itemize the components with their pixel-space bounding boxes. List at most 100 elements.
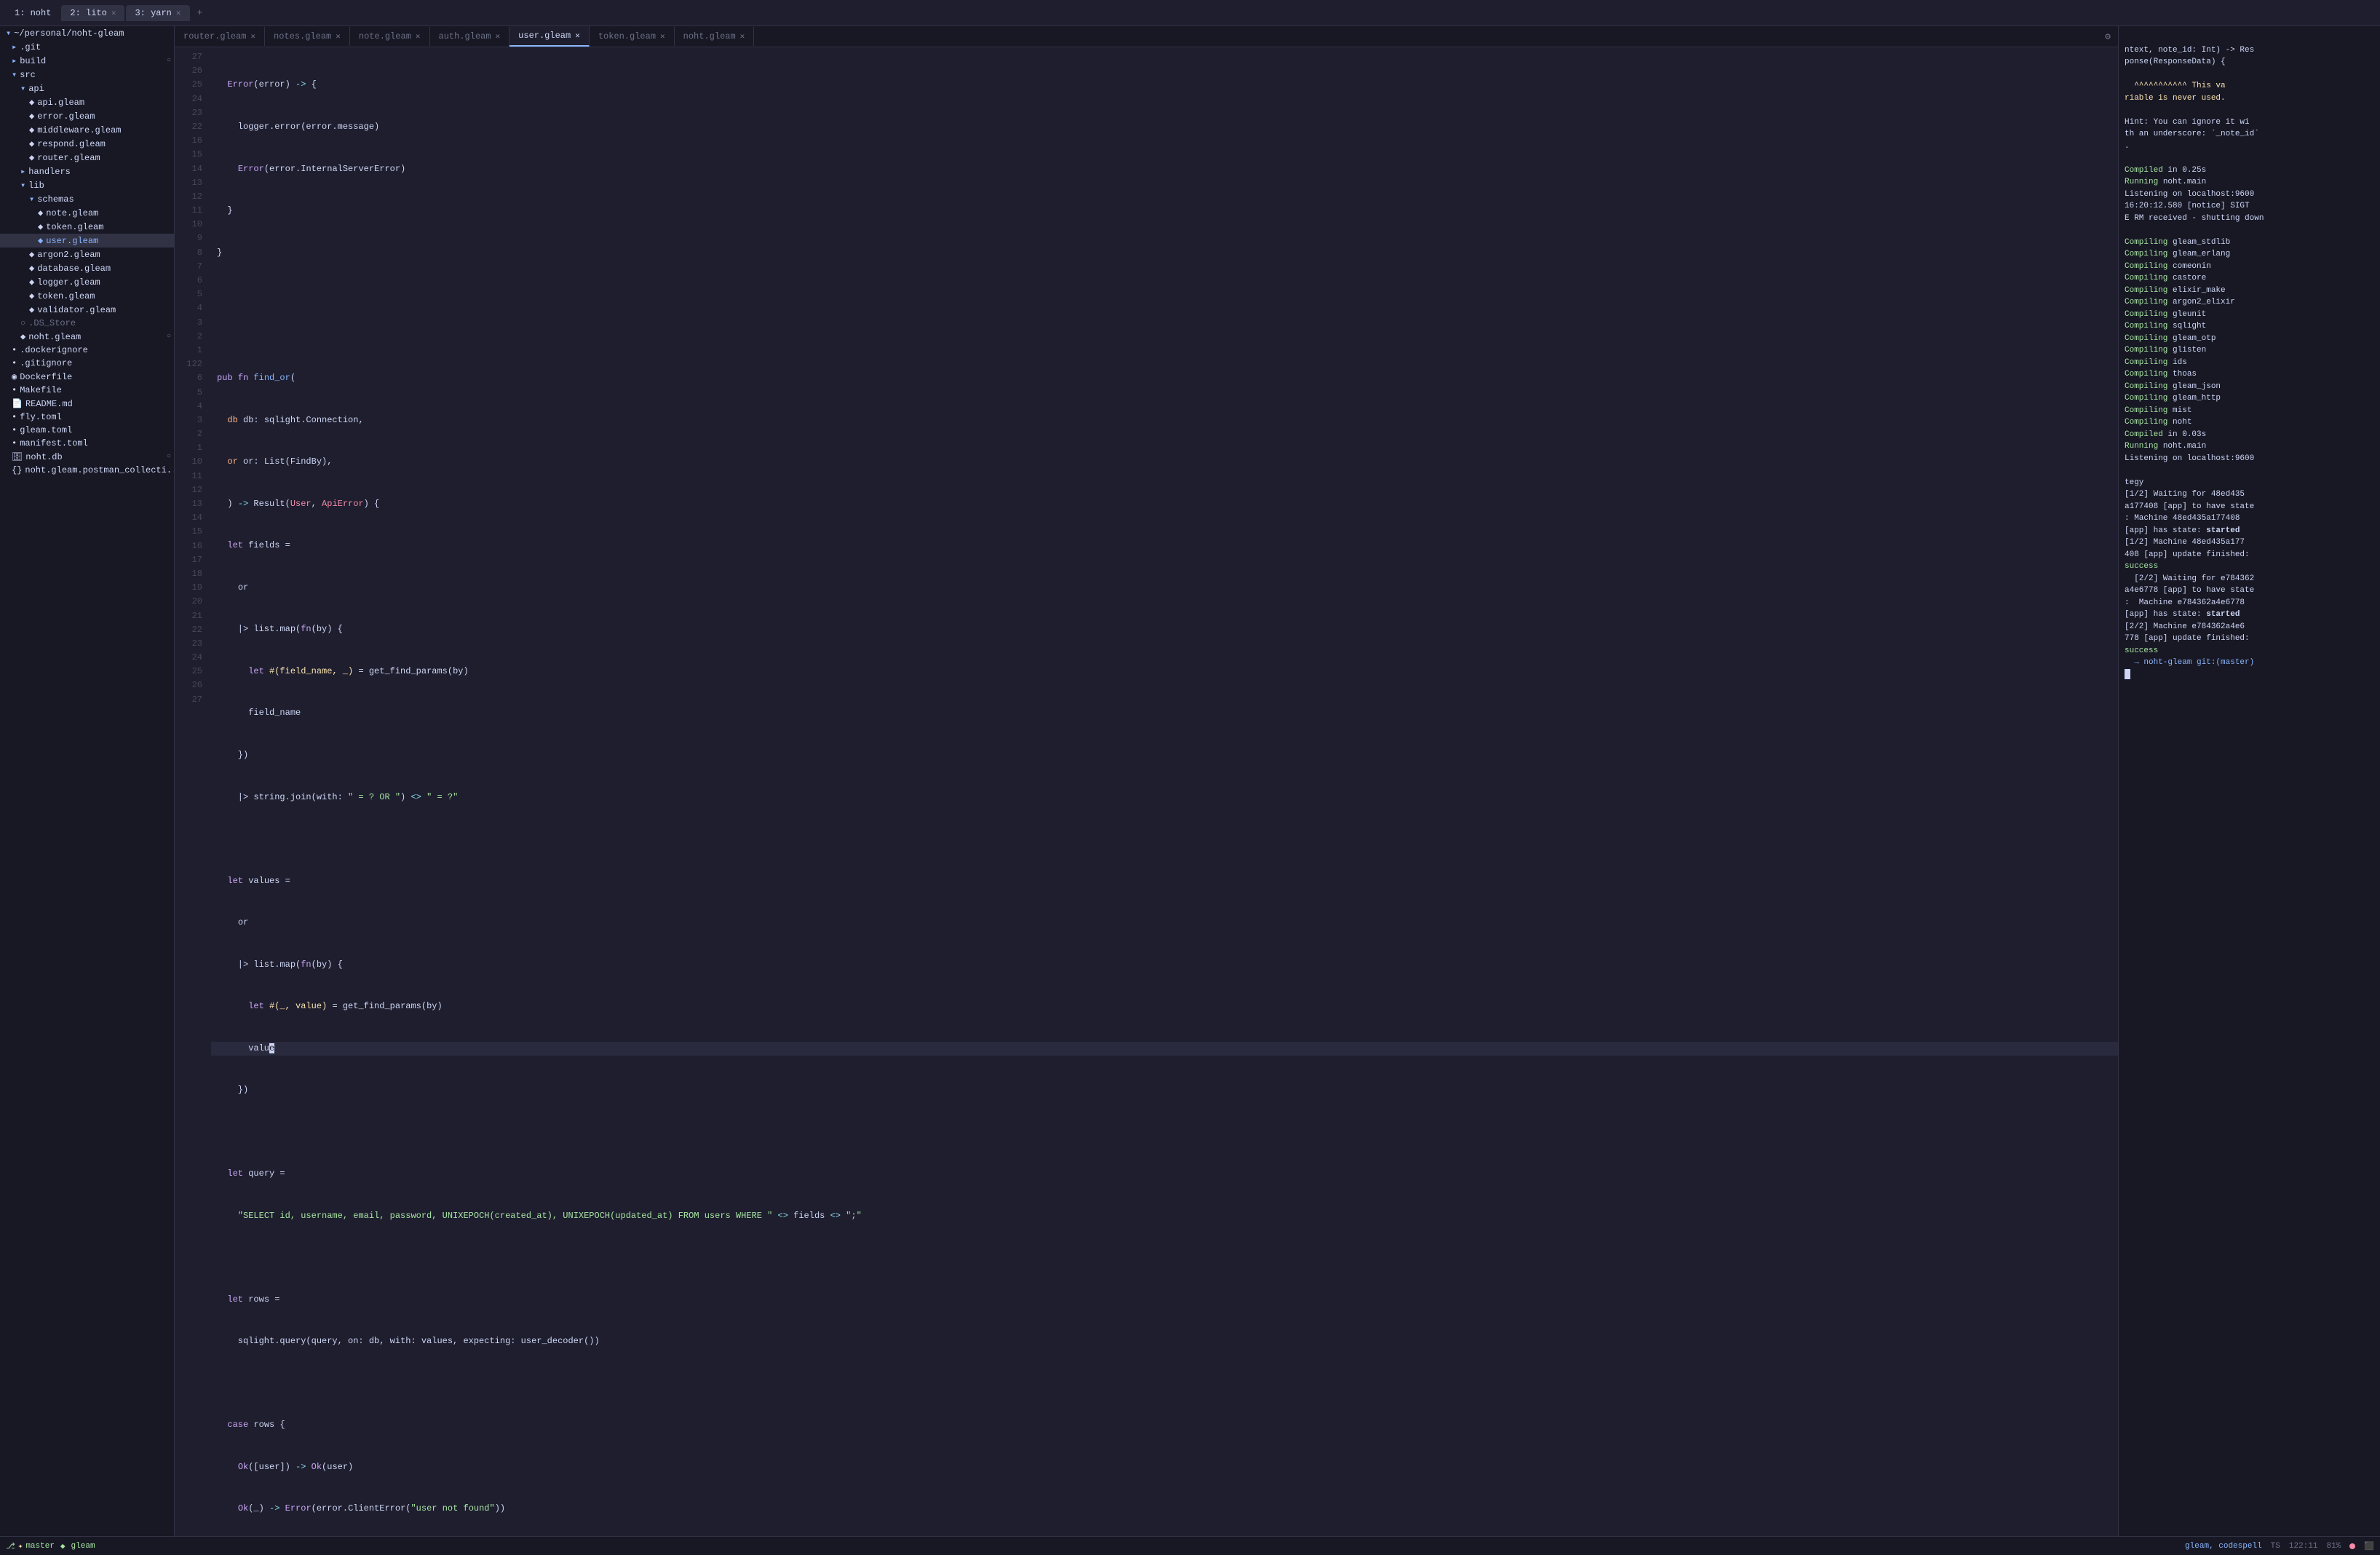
code-line: "SELECT id, username, email, password, U… (211, 1209, 2118, 1223)
tab-token-gleam-close[interactable]: ✕ (660, 31, 665, 41)
tab-auth-gleam[interactable]: auth.gleam ✕ (430, 27, 510, 46)
code-line: Error(error.InternalServerError) (211, 162, 2118, 176)
tree-item-dockerignore[interactable]: • .dockerignore (0, 344, 174, 357)
tree-item-token-gleam2[interactable]: ◆ token.gleam (0, 289, 174, 303)
tab-noht[interactable]: 1: noht (6, 5, 60, 21)
tree-item-readme[interactable]: 📄 README.md (0, 397, 174, 411)
code-line: let fields = (211, 539, 2118, 553)
code-line: } (211, 246, 2118, 260)
code-line: Ok(_) -> Error(error.ClientError("user n… (211, 1502, 2118, 1516)
tab-yarn-close[interactable]: ✕ (176, 8, 181, 18)
tree-item-database-gleam[interactable]: ◆ database.gleam (0, 261, 174, 275)
editor-tabs: router.gleam ✕ notes.gleam ✕ note.gleam … (175, 26, 2118, 47)
status-gleam-icon: ◆ (60, 1541, 66, 1551)
tab-router-gleam[interactable]: router.gleam ✕ (175, 27, 265, 46)
tree-item-token-gleam[interactable]: ◆ token.gleam (0, 220, 174, 234)
code-line: let query = (211, 1167, 2118, 1181)
status-zoom: 81% (2326, 1542, 2341, 1551)
add-tab-button[interactable]: + (191, 4, 209, 22)
status-ts[interactable]: TS (2271, 1542, 2280, 1551)
tab-router-gleam-label: router.gleam (183, 31, 246, 41)
tree-item-argon2-gleam[interactable]: ◆ argon2.gleam (0, 248, 174, 261)
tab-notes-gleam-label: notes.gleam (274, 31, 331, 41)
tree-item-schemas[interactable]: ▾ schemas (0, 192, 174, 206)
tab-notes-gleam-close[interactable]: ✕ (336, 31, 341, 41)
tree-item-git[interactable]: ▸ .git (0, 40, 174, 54)
branch-icon: ⎇ (6, 1541, 15, 1551)
code-line: case rows { (211, 1418, 2118, 1432)
tab-router-gleam-close[interactable]: ✕ (250, 31, 255, 41)
code-editor[interactable]: 27 26 25 24 23 22 16 15 14 13 12 11 10 9… (175, 47, 2118, 1536)
code-line: or or: List(FindBy), (211, 455, 2118, 469)
tree-item-src[interactable]: ▾ src (0, 68, 174, 82)
tab-auth-gleam-label: auth.gleam (439, 31, 491, 41)
tree-item-makefile[interactable]: • Makefile (0, 384, 174, 397)
code-line: let values = (211, 874, 2118, 888)
tab-note-gleam-label: note.gleam (359, 31, 411, 41)
tree-item-respond-gleam[interactable]: ◆ respond.gleam (0, 137, 174, 151)
tree-item-dockerfile[interactable]: ◉ Dockerfile (0, 370, 174, 384)
code-line: ) -> Result(User, ApiError) { (211, 497, 2118, 511)
tree-item-error-gleam[interactable]: ◆ error.gleam (0, 109, 174, 123)
tree-item-build[interactable]: ▸ build ○ (0, 54, 174, 68)
tree-item-logger-gleam[interactable]: ◆ logger.gleam (0, 275, 174, 289)
code-line (211, 1251, 2118, 1265)
code-line: or (211, 581, 2118, 595)
tree-item-note-gleam[interactable]: ◆ note.gleam (0, 206, 174, 220)
tab-auth-gleam-close[interactable]: ✕ (496, 31, 501, 41)
main-container: ▾ ~/personal/noht-gleam ▸ .git ▸ build ○… (0, 26, 2380, 1536)
file-tree-root[interactable]: ▾ ~/personal/noht-gleam (0, 26, 174, 40)
tab-user-gleam[interactable]: user.gleam ✕ (509, 26, 590, 47)
tab-user-gleam-label: user.gleam (518, 31, 571, 41)
code-line: }) (211, 748, 2118, 762)
tree-item-router-gleam[interactable]: ◆ router.gleam (0, 151, 174, 165)
code-line: Ok([user]) -> Ok(user) (211, 1460, 2118, 1474)
branch-label: master (25, 1542, 55, 1551)
tree-item-fly-toml[interactable]: • fly.toml (0, 411, 174, 424)
tree-item-api[interactable]: ▾ api (0, 82, 174, 95)
code-line (211, 330, 2118, 344)
line-numbers: 27 26 25 24 23 22 16 15 14 13 12 11 10 9… (175, 47, 211, 1536)
tree-item-gitignore[interactable]: • .gitignore (0, 357, 174, 370)
tab-lito-label: 2: lito (70, 8, 106, 18)
tab-lito[interactable]: 2: lito ✕ (61, 5, 124, 21)
status-bar: ⎇ ✦ master ◆ gleam gleam, codespell TS 1… (0, 1536, 2380, 1555)
tree-item-middleware-gleam[interactable]: ◆ middleware.gleam (0, 123, 174, 137)
tab-noht-gleam[interactable]: noht.gleam ✕ (675, 27, 755, 46)
tab-token-gleam[interactable]: token.gleam ✕ (590, 27, 675, 46)
tab-token-gleam-label: token.gleam (598, 31, 656, 41)
tab-noht-gleam-close[interactable]: ✕ (740, 31, 745, 41)
code-line: |> string.join(with: " = ? OR ") <> " = … (211, 791, 2118, 804)
code-line: sqlight.query(query, on: db, with: value… (211, 1334, 2118, 1348)
tab-user-gleam-close[interactable]: ✕ (575, 31, 580, 41)
tree-item-noht-gleam[interactable]: ◆ noht.gleam ○ (0, 330, 174, 344)
terminal-output: ntext, note_id: Int) -> Res ponse(Respon… (2125, 32, 2374, 693)
tree-item-api-gleam[interactable]: ◆ api.gleam (0, 95, 174, 109)
tab-yarn[interactable]: 3: yarn ✕ (126, 5, 189, 21)
code-line: Error(error) -> { (211, 78, 2118, 92)
status-terminal[interactable]: ⬛ (2364, 1541, 2374, 1551)
tree-item-postman[interactable]: {} noht.gleam.postman_collecti... (0, 464, 174, 477)
tree-item-lib[interactable]: ▾ lib (0, 178, 174, 192)
code-line (211, 832, 2118, 846)
code-line-active: value (211, 1042, 2118, 1056)
status-language[interactable]: gleam, codespell (2185, 1542, 2262, 1551)
tree-item-handlers[interactable]: ▸ handlers (0, 165, 174, 178)
tree-item-gleam-toml[interactable]: • gleam.toml (0, 424, 174, 437)
code-line (211, 288, 2118, 301)
code-content[interactable]: Error(error) -> { logger.error(error.mes… (211, 47, 2118, 1536)
tab-note-gleam-close[interactable]: ✕ (416, 31, 421, 41)
status-branch[interactable]: ⎇ ✦ master (6, 1541, 55, 1551)
tree-item-ds-store[interactable]: ○ .DS_Store (0, 317, 174, 330)
tree-item-validator-gleam[interactable]: ◆ validator.gleam (0, 303, 174, 317)
code-line: } (211, 204, 2118, 218)
tree-item-user-gleam[interactable]: ◆ user.gleam (0, 234, 174, 248)
tree-item-noht-db[interactable]: 🗄 noht.db ○ (0, 450, 174, 464)
tab-note-gleam[interactable]: note.gleam ✕ (350, 27, 430, 46)
tab-lito-close[interactable]: ✕ (111, 8, 116, 18)
file-tree: ▾ ~/personal/noht-gleam ▸ .git ▸ build ○… (0, 26, 175, 1536)
tab-noht-gleam-label: noht.gleam (683, 31, 736, 41)
settings-icon[interactable]: ⚙ (2098, 27, 2118, 47)
tab-notes-gleam[interactable]: notes.gleam ✕ (265, 27, 350, 46)
tree-item-manifest-toml[interactable]: • manifest.toml (0, 437, 174, 450)
